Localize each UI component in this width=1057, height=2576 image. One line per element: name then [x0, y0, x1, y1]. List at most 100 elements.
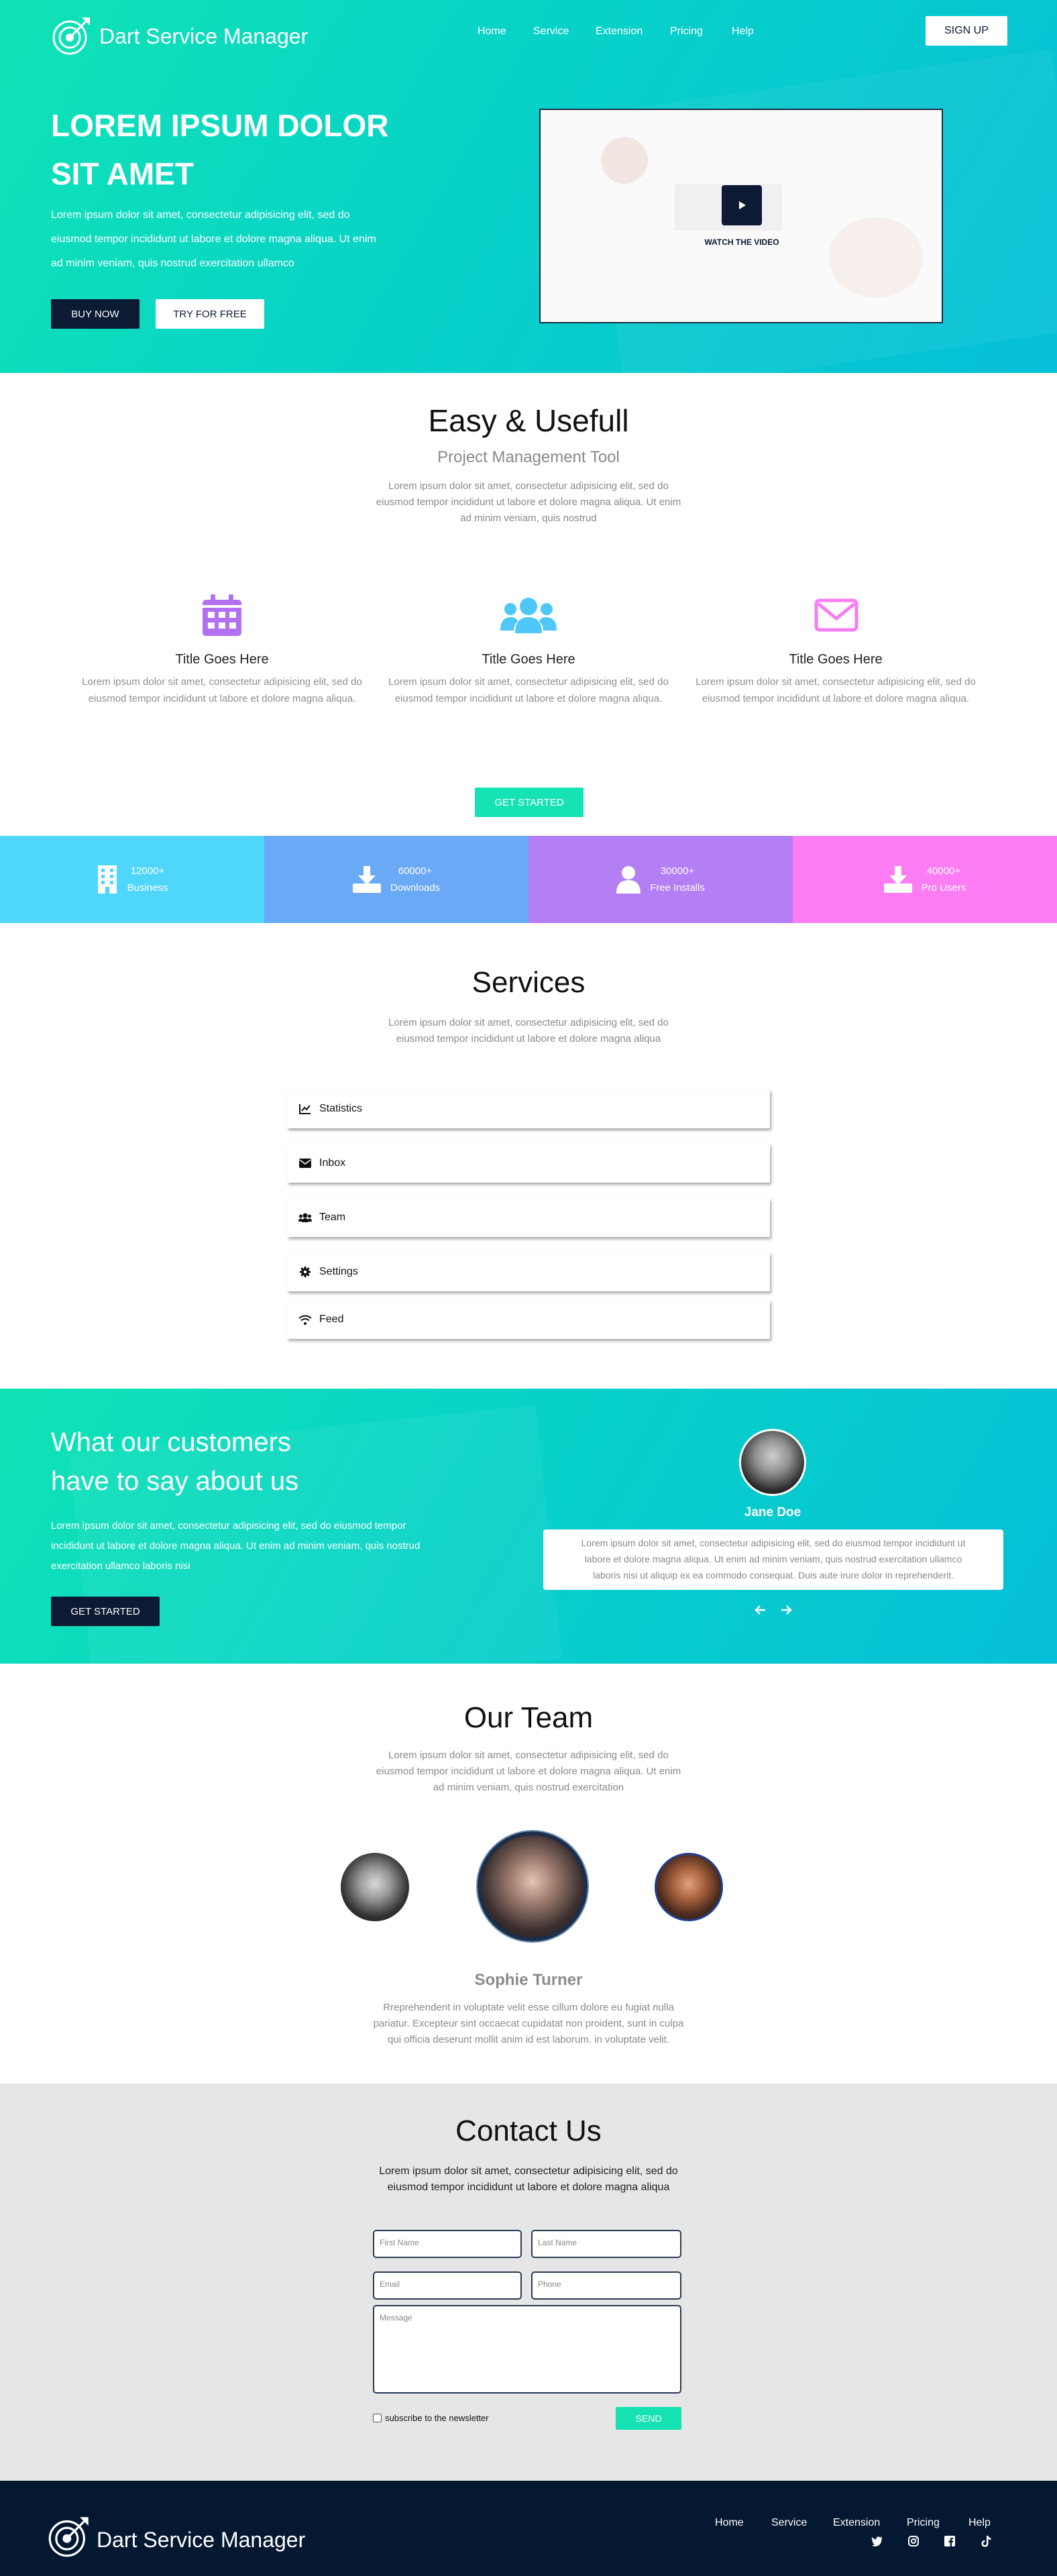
- footer-link-extension[interactable]: Extension: [833, 2517, 880, 2529]
- envelope-icon: [814, 598, 858, 632]
- team-member-name: Sophie Turner: [474, 1971, 583, 1989]
- contact-text-line2: eiusmod tempor incididunt ut labore et d…: [387, 2182, 670, 2193]
- send-button[interactable]: SEND: [616, 2407, 681, 2430]
- team-text-line1: Lorem ipsum dolor sit amet, consectetur …: [388, 1750, 669, 1761]
- stat-label: Pro Users: [921, 882, 966, 894]
- play-button[interactable]: [722, 185, 762, 225]
- arrow-right-icon[interactable]: [779, 1603, 793, 1617]
- nav-extension[interactable]: Extension: [596, 25, 643, 38]
- feature-title: Title Goes Here: [789, 652, 883, 667]
- service-label: Feed: [319, 1313, 344, 1325]
- play-icon: [739, 201, 746, 209]
- services-title: Services: [471, 966, 586, 999]
- hero-text-line2: eiusmod tempor incididunt ut labore et d…: [51, 233, 376, 245]
- nav-help[interactable]: Help: [732, 25, 754, 38]
- get-started-button[interactable]: GET STARTED: [475, 788, 583, 817]
- intro-section: Easy & Usefull Project Management Tool L…: [0, 373, 1057, 836]
- feature-title: Title Goes Here: [175, 652, 269, 667]
- stat-value: 30000+: [660, 865, 695, 877]
- testimonials-title-line2: have to say about us: [51, 1466, 299, 1496]
- testimonial-name: Jane Doe: [744, 1505, 801, 1519]
- intro-title: Easy & Usefull: [428, 403, 629, 438]
- hero-text-line3: ad minim veniam, quis nostrud exercitati…: [51, 258, 294, 269]
- testimonial-card: Lorem ipsum dolor sit amet, consectetur …: [543, 1529, 1003, 1590]
- logo-icon[interactable]: [51, 15, 93, 56]
- service-item-team[interactable]: Team: [287, 1198, 770, 1237]
- stat-value: 12000+: [130, 865, 165, 877]
- services-text-line2: eiusmod tempor incididunt ut labore et d…: [396, 1033, 661, 1044]
- team-text-line3: ad minim veniam, quis nostrud exercitati…: [433, 1782, 624, 1793]
- service-label: Inbox: [319, 1157, 346, 1169]
- team-bio-line3: qui officia deserunt mollit anim id est …: [388, 2034, 669, 2045]
- service-item-inbox[interactable]: Inbox: [287, 1144, 770, 1183]
- hero-section: Dart Service Manager Home Service Extens…: [0, 0, 1057, 373]
- tiktok-icon[interactable]: [979, 2534, 993, 2548]
- service-item-feed[interactable]: Feed: [287, 1300, 770, 1339]
- signup-button[interactable]: SIGN UP: [926, 16, 1007, 46]
- services-section: Services Lorem ipsum dolor sit amet, con…: [0, 923, 1057, 1389]
- envelope-icon: [298, 1157, 313, 1169]
- phone-field[interactable]: Phone: [531, 2271, 681, 2300]
- hero-title-line1: LOREM IPSUM DOLOR: [51, 108, 389, 143]
- nav-pricing[interactable]: Pricing: [670, 25, 703, 38]
- team-avatar-left[interactable]: [341, 1853, 409, 1921]
- contact-text-line1: Lorem ipsum dolor sit amet, consectetur …: [379, 2165, 678, 2177]
- users-icon: [298, 1212, 313, 1224]
- contact-title: Contact Us: [455, 2114, 602, 2147]
- calendar-icon: [203, 594, 241, 636]
- facebook-icon[interactable]: [943, 2534, 956, 2548]
- stats-section: 12000+ Business 60000+ Downloads 30000+ Fre…: [0, 836, 1057, 923]
- message-field[interactable]: Message: [373, 2305, 681, 2394]
- gear-icon: [298, 1266, 313, 1278]
- buy-now-button[interactable]: BUY NOW: [51, 299, 140, 329]
- hero-title-line2: SIT AMET: [51, 156, 194, 191]
- video-thumbnail[interactable]: WATCH THE VIDEO: [539, 109, 943, 323]
- brand-name[interactable]: Dart Service Manager: [99, 24, 308, 49]
- hero-text-line1: Lorem ipsum dolor sit amet, consectetur …: [51, 209, 350, 221]
- footer-link-service[interactable]: Service: [771, 2517, 807, 2529]
- first-name-field[interactable]: First Name: [373, 2230, 522, 2258]
- email-field[interactable]: Email: [373, 2271, 522, 2300]
- download-icon: [883, 866, 912, 893]
- testimonials-title-line1: What our customers: [51, 1428, 291, 1457]
- stat-value: 40000+: [926, 865, 961, 877]
- contact-section: Contact Us Lorem ipsum dolor sit amet, c…: [0, 2084, 1057, 2481]
- service-item-settings[interactable]: Settings: [287, 1252, 770, 1291]
- intro-subtitle: Project Management Tool: [437, 448, 620, 466]
- team-title: Our Team: [463, 1701, 594, 1734]
- subscribe-checkbox[interactable]: [373, 2414, 382, 2422]
- testimonial-quote-line3: laboris nisi ut aliquip ex ea commodo co…: [593, 1570, 954, 1580]
- footer-link-pricing[interactable]: Pricing: [907, 2517, 940, 2529]
- twitter-icon[interactable]: [871, 2534, 884, 2548]
- feature-title: Title Goes Here: [482, 652, 575, 667]
- stat-label: Business: [127, 882, 168, 894]
- subscribe-label: subscribe to the newsletter: [385, 2413, 489, 2423]
- avatar: [739, 1429, 806, 1496]
- testimonials-section: What our customers have to say about us …: [0, 1389, 1057, 1664]
- service-label: Settings: [319, 1266, 358, 1277]
- team-avatar-right[interactable]: [655, 1853, 723, 1921]
- last-name-field[interactable]: Last Name: [531, 2230, 681, 2258]
- intro-text-line1: Lorem ipsum dolor sit amet, consectetur …: [388, 480, 669, 492]
- stat-label: Free Installs: [650, 882, 705, 894]
- footer-link-home[interactable]: Home: [715, 2517, 744, 2529]
- testimonial-quote-line1: Lorem ipsum dolor sit amet, consectetur …: [581, 1538, 966, 1548]
- nav-service[interactable]: Service: [533, 25, 569, 38]
- testimonials-text-line3: exercitation ullamco laboris nisi: [51, 1560, 190, 1572]
- footer-link-help[interactable]: Help: [968, 2517, 991, 2529]
- team-avatar-active[interactable]: [478, 1831, 588, 1941]
- try-free-button[interactable]: TRY FOR FREE: [156, 299, 264, 329]
- nav-home[interactable]: Home: [478, 25, 506, 38]
- wifi-icon: [298, 1313, 313, 1326]
- download-icon: [352, 866, 381, 893]
- service-item-statistics[interactable]: Statistics: [287, 1089, 770, 1128]
- feature-text: Lorem ipsum dolor sit amet, consectetur …: [388, 676, 669, 704]
- instagram-icon[interactable]: [907, 2534, 920, 2548]
- testimonials-get-started-button[interactable]: GET STARTED: [51, 1597, 160, 1626]
- arrow-left-icon[interactable]: [754, 1603, 767, 1617]
- footer-brand-name[interactable]: Dart Service Manager: [97, 2528, 305, 2553]
- footer-logo-icon[interactable]: [47, 2514, 91, 2559]
- watch-video-label: WATCH THE VIDEO: [704, 237, 779, 247]
- testimonials-text-line2: incididunt ut labore et dolore magna ali…: [51, 1540, 421, 1552]
- stat-business: 12000+ Business: [0, 836, 264, 923]
